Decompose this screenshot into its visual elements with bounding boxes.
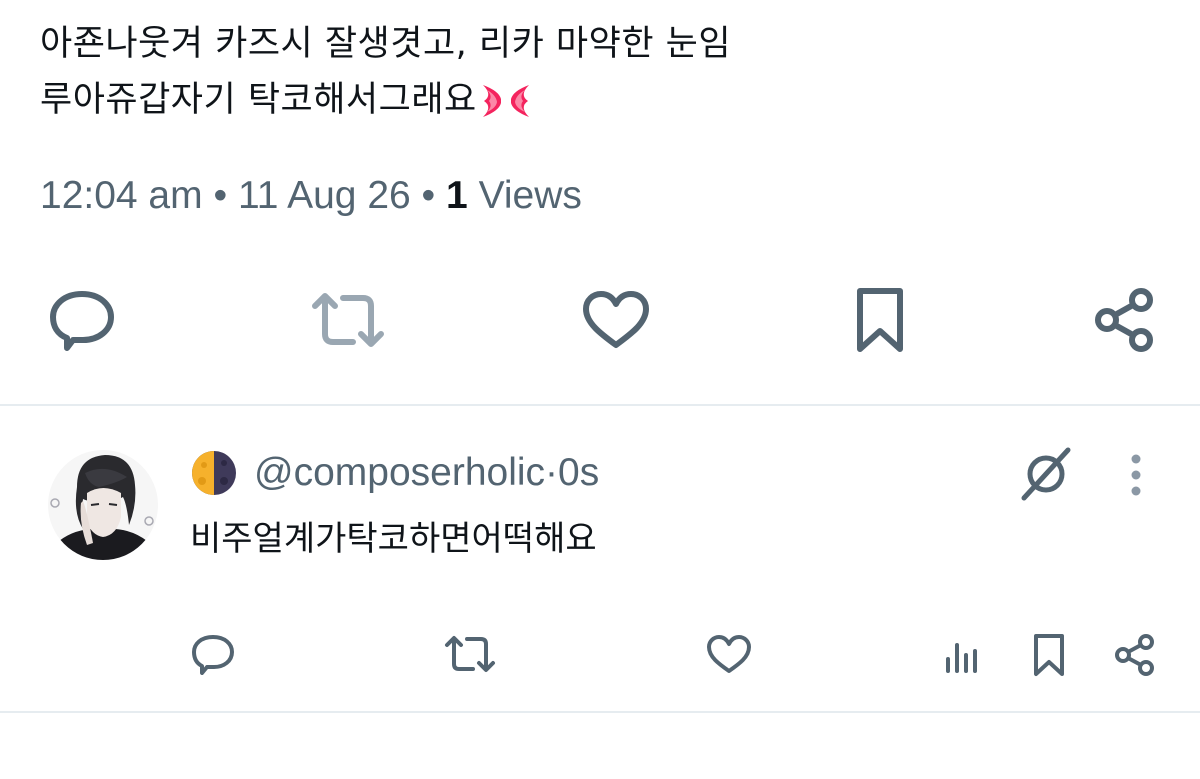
tweet-text-line-1: 아죤나웃겨 카즈시 잘생겻고, 리카 마약한 눈임 xyxy=(40,24,732,64)
more-icon xyxy=(1131,454,1141,496)
reply-action-bar xyxy=(0,625,1200,685)
reply-text: 비주얼계가탁코하면어떡해요 xyxy=(190,519,597,559)
retweet-icon xyxy=(445,636,495,672)
retweet-icon xyxy=(312,293,384,347)
reply-handle[interactable]: @composerholic xyxy=(254,451,545,495)
grok-button[interactable] xyxy=(1014,446,1078,502)
grok-icon xyxy=(1021,447,1071,501)
reply-dot: · xyxy=(545,451,559,494)
bookmark-icon xyxy=(857,288,903,352)
views-label: Views xyxy=(467,174,582,217)
tweet-text-line-2: 루아쥬갑자기 탁코해서그래요 xyxy=(40,72,1160,128)
analytics-icon xyxy=(946,643,977,673)
more-options-button[interactable] xyxy=(1120,450,1152,500)
avatar-illustration xyxy=(48,450,158,560)
reply-retweet-button[interactable] xyxy=(440,629,500,679)
share-icon xyxy=(1115,634,1154,676)
tweet-action-bar xyxy=(0,282,1200,362)
divider xyxy=(0,711,1200,713)
reply-analytics-button[interactable] xyxy=(938,631,986,679)
tweet-time: 12:04 am xyxy=(40,174,203,217)
reply-header: @composerholic · 0s xyxy=(190,448,599,498)
like-button[interactable] xyxy=(578,282,654,358)
like-icon xyxy=(583,291,649,348)
bookmark-icon xyxy=(1034,634,1064,676)
reply-like-button[interactable] xyxy=(702,629,756,679)
views-count: 1 xyxy=(446,174,468,217)
tweet-date: 11 Aug 26 xyxy=(237,174,411,217)
meta-separator: • xyxy=(202,174,238,217)
tweet-meta: 12:04 am • 11 Aug 26 • 1 Views xyxy=(40,174,582,218)
tweet-text: 아죤나웃겨 카즈시 잘생겻고, 리카 마약한 눈임 루아쥬갑자기 탁코해서그래요 xyxy=(40,16,1160,128)
reply-button[interactable] xyxy=(44,282,120,358)
avatar[interactable] xyxy=(47,443,159,571)
reply-time: 0s xyxy=(558,451,600,494)
reply-bookmark-button[interactable] xyxy=(1024,629,1074,681)
anger-symbol-icon xyxy=(482,85,529,117)
moon-icon xyxy=(192,451,236,495)
retweet-button[interactable] xyxy=(308,282,388,358)
divider xyxy=(0,404,1200,406)
reply-icon xyxy=(192,635,234,675)
like-icon xyxy=(707,635,751,673)
share-icon xyxy=(1095,288,1153,352)
reply-reply-button[interactable] xyxy=(186,629,240,679)
tweet-text-line-2-text: 루아쥬갑자기 탁코해서그래요 xyxy=(40,80,477,120)
share-button[interactable] xyxy=(1088,282,1164,358)
reply-share-button[interactable] xyxy=(1110,629,1162,681)
meta-separator: • xyxy=(410,174,447,217)
reply-icon xyxy=(50,291,114,351)
bookmark-button[interactable] xyxy=(842,282,918,358)
